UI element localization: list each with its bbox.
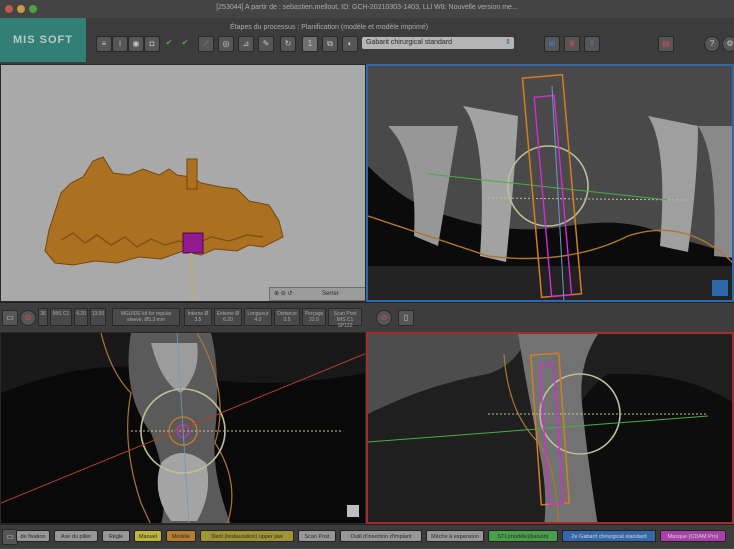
zoom-select[interactable]: ⊕ ⊖ ↺ Serrer xyxy=(269,287,365,301)
tooth-icon[interactable]: ◎ xyxy=(218,36,234,52)
outer-diameter-cell[interactable]: Externe Ø 6.20 xyxy=(214,308,242,326)
toggle-mask[interactable]: Masque (CDAM Pro) xyxy=(660,530,726,542)
crown-icon[interactable]: ♛ xyxy=(564,36,580,52)
inner-diameter-cell[interactable]: Interne Ø 3.5 xyxy=(184,308,212,326)
toggle-model[interactable]: Modèle xyxy=(166,530,196,542)
check-all-icon[interactable]: ✔ xyxy=(178,36,192,50)
axial-ct-image xyxy=(1,333,365,523)
toggle-fixation[interactable]: de fixation xyxy=(16,530,50,542)
process-step-label: Étapes du processus : Planification (mod… xyxy=(230,24,429,31)
toggle-surgical-guide[interactable]: 2e Gabarit chirurgical standard xyxy=(562,530,656,542)
check-icon[interactable]: ✔ xyxy=(162,36,176,50)
toggle-tooth-restoration[interactable]: Dent (restauration) upper jaw xyxy=(200,530,294,542)
view-corner-icon[interactable] xyxy=(347,505,359,517)
eye-icon[interactable]: ◉ xyxy=(128,36,144,52)
abutment-model xyxy=(186,158,198,190)
implant-parameters-bar: ▭ ⊘ 36 MIS C1 4.20 13.00 MGUIDE kit for … xyxy=(0,302,734,334)
drilling-cell[interactable]: Perçage 22.0 xyxy=(302,308,326,326)
cross-section-ct-view[interactable] xyxy=(366,332,734,524)
model-3d-view[interactable]: ⊕ ⊖ ↺ Serrer xyxy=(0,64,366,302)
toggle-expansion-drill[interactable]: Mèche à expansion xyxy=(426,530,484,542)
guide-kit-cell[interactable]: MGUIDE kit for regular sleeve, Ø5.3 mm xyxy=(112,308,180,326)
guide-type-select[interactable]: Gabarit chirurgical standard ⇕ xyxy=(362,37,514,49)
app-logo: MIS SOFT xyxy=(0,18,86,62)
guide-type-select-value: Gabarit chirurgical standard xyxy=(366,39,452,46)
draw-nerve-icon[interactable]: ⟋ xyxy=(198,36,214,52)
toggle-ruler[interactable]: Règle xyxy=(102,530,130,542)
scan-post-cell[interactable]: Scan Post MIS C1 SP122 xyxy=(328,308,362,329)
panoramic-ct-image xyxy=(368,66,732,300)
list-icon[interactable]: ≡ xyxy=(96,36,112,52)
view-maximize-icon[interactable] xyxy=(712,280,728,296)
zoom-select-value: Serrer xyxy=(322,291,339,297)
collapse-icon[interactable]: ▭ xyxy=(2,310,18,326)
sleeve-icon[interactable]: ◐ xyxy=(342,36,358,52)
distance-cell[interactable]: Distance 3.5 xyxy=(274,308,300,326)
rotate-icon[interactable]: ↻ xyxy=(280,36,296,52)
delete-implant-icon[interactable]: ⊘ xyxy=(20,310,36,326)
settings-icon[interactable]: ⚙ xyxy=(722,36,734,52)
chevron-updown-icon: ⇕ xyxy=(505,39,511,46)
toggle-manual[interactable]: Manuel xyxy=(134,530,162,542)
jaw-model-3d xyxy=(44,156,284,301)
implant-axis-3d xyxy=(189,252,195,301)
window-titlebar: [253044] A partir de : sebastien.mellout… xyxy=(0,0,734,19)
toggle-abutment-axis[interactable]: Axe du pilier xyxy=(54,530,98,542)
implant-system-cell[interactable]: MIS C1 xyxy=(50,308,72,326)
help-icon[interactable]: ? xyxy=(704,36,720,52)
main-toolbar: MIS SOFT ≡ i ◉ ◘ ✔ ✔ ⟋ ◎ ⊿ ✎ ↻ Étapes du… xyxy=(0,18,734,65)
sleeve-length-cell[interactable]: Longueur 4.0 xyxy=(244,308,272,326)
guide-icon[interactable]: ⧉ xyxy=(322,36,338,52)
axial-ct-view[interactable] xyxy=(0,332,366,524)
view-layout-icon[interactable]: ⊞ xyxy=(544,36,560,52)
tooth-number-cell[interactable]: 36 xyxy=(38,308,48,326)
delete-right-icon[interactable]: ⊘ xyxy=(376,310,392,326)
toggle-stl-model[interactable]: STL(modèle)(liaison) xyxy=(488,530,558,542)
layer-toggle-bar: ▭ de fixation Axe du pilier Règle Manuel… xyxy=(0,524,734,549)
measure-icon[interactable]: ⊿ xyxy=(238,36,254,52)
implant-length-cell[interactable]: 13.00 xyxy=(90,308,106,326)
implant-icon[interactable]: ✎ xyxy=(258,36,274,52)
zoom-controls-icon: ⊕ ⊖ ↺ xyxy=(274,291,293,297)
window-title: [253044] A partir de : sebastien.mellout… xyxy=(216,4,518,11)
camera-icon[interactable]: ◘ xyxy=(144,36,160,52)
toggle-implant-insertion-tool[interactable]: Outil d'insertion d'implant xyxy=(340,530,422,542)
implant-sleeve-3d xyxy=(182,232,204,254)
info-icon[interactable]: i xyxy=(112,36,128,52)
implant-diameter-cell[interactable]: 4.20 xyxy=(74,308,88,326)
lock-icon[interactable]: ▯ xyxy=(398,310,414,326)
export-icon[interactable]: ⇪ xyxy=(584,36,600,52)
report-icon[interactable]: ▤ xyxy=(658,36,674,52)
panoramic-ct-view[interactable] xyxy=(366,64,734,302)
cross-section-ct-image xyxy=(368,334,732,522)
toggle-scan-post[interactable]: Scan Post xyxy=(298,530,336,542)
step-number-badge[interactable]: 1 xyxy=(302,36,318,52)
